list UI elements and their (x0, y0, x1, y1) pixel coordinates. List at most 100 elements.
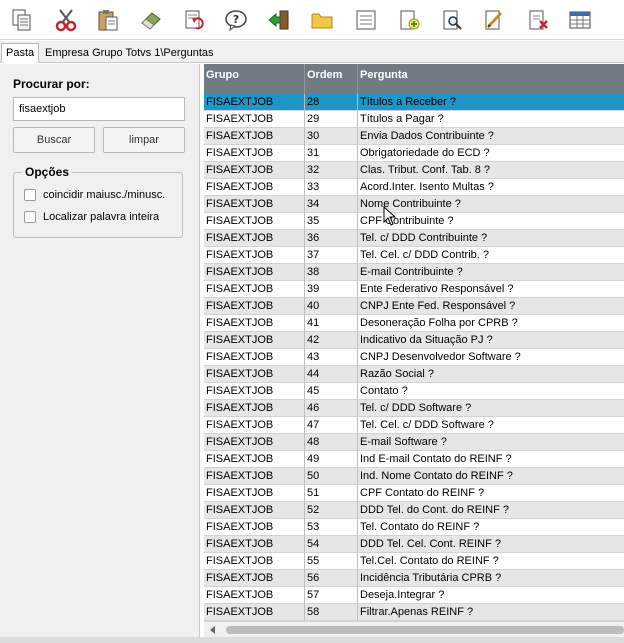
table-row[interactable]: FISAEXTJOB 56 Incidência Tributária CPRB ? (204, 570, 624, 587)
table-row[interactable]: FISAEXTJOB 39 Ente Federativo Responsável … (204, 281, 624, 298)
table-row[interactable]: FISAEXTJOB 45 Contato ? (204, 383, 624, 400)
cell-pergunta: Razão Social ? (358, 366, 624, 383)
table-row[interactable]: FISAEXTJOB 50 Ind. Nome Contato do REINF ? (204, 468, 624, 485)
cell-ordem: 38 (305, 264, 358, 281)
table-row[interactable]: FISAEXTJOB 32 Clas. Tribut. Conf. Tab. 8 ? (204, 162, 624, 179)
limpar-button[interactable]: limpar (103, 127, 185, 153)
undo-icon[interactable] (181, 6, 207, 34)
scrollbar-thumb[interactable] (226, 626, 624, 634)
cell-grupo: FISAEXTJOB (204, 315, 305, 332)
horizontal-scrollbar[interactable] (204, 621, 624, 637)
whole-word-label: Localizar palavra inteira (43, 211, 160, 223)
cell-grupo: FISAEXTJOB (204, 553, 305, 570)
cell-pergunta: Nome Contribuinte ? (358, 196, 624, 213)
cell-ordem: 52 (305, 502, 358, 519)
cell-ordem: 58 (305, 604, 358, 621)
table-row[interactable]: FISAEXTJOB 30 Envia Dados Contribuinte ? (204, 128, 624, 145)
table-row[interactable]: FISAEXTJOB 38 E-mail Contribuinte ? (204, 264, 624, 281)
paste-icon[interactable] (95, 6, 121, 34)
tab-perguntas-path[interactable]: Empresa Grupo Totvs 1\Perguntas (40, 43, 219, 63)
svg-text:?: ? (233, 13, 239, 26)
cell-grupo: FISAEXTJOB (204, 451, 305, 468)
cell-ordem: 47 (305, 417, 358, 434)
scroll-left-arrow-icon[interactable] (208, 625, 218, 635)
cell-ordem: 41 (305, 315, 358, 332)
cut-icon[interactable] (53, 6, 79, 34)
column-header-ordem[interactable]: Ordem (305, 64, 358, 94)
cell-grupo: FISAEXTJOB (204, 281, 305, 298)
cell-grupo: FISAEXTJOB (204, 162, 305, 179)
status-strip (0, 637, 624, 643)
view-icon[interactable] (439, 6, 465, 34)
cell-grupo: FISAEXTJOB (204, 519, 305, 536)
table-row[interactable]: FISAEXTJOB 58 Filtrar.Apenas REINF ? (204, 604, 624, 621)
cell-ordem: 31 (305, 145, 358, 162)
eraser-icon[interactable] (138, 6, 164, 34)
cell-pergunta: Incidência Tributária CPRB ? (358, 570, 624, 587)
cell-ordem: 28 (305, 94, 358, 111)
cell-grupo: FISAEXTJOB (204, 604, 305, 621)
search-input[interactable] (13, 97, 185, 121)
table-row[interactable]: FISAEXTJOB 28 Títulos a Receber ? (204, 94, 624, 111)
table-row[interactable]: FISAEXTJOB 33 Acord.Inter. Isento Multas ? (204, 179, 624, 196)
whole-word-checkbox[interactable] (24, 211, 36, 223)
cell-pergunta: Tel. c/ DDD Software ? (358, 400, 624, 417)
new-icon[interactable] (396, 6, 422, 34)
column-header-pergunta[interactable]: Pergunta (358, 64, 624, 94)
tab-pasta[interactable]: Pasta (1, 43, 40, 63)
cell-grupo: FISAEXTJOB (204, 179, 305, 196)
table-row[interactable]: FISAEXTJOB 35 CPF Contribuinte ? (204, 213, 624, 230)
table-row[interactable]: FISAEXTJOB 47 Tel. Cel. c/ DDD Software ? (204, 417, 624, 434)
table-row[interactable]: FISAEXTJOB 29 Títulos a Pagar ? (204, 111, 624, 128)
table-row[interactable]: FISAEXTJOB 51 CPF Contato do REINF ? (204, 485, 624, 502)
cell-pergunta: Tel. Contato do REINF ? (358, 519, 624, 536)
cell-grupo: FISAEXTJOB (204, 485, 305, 502)
copy-icon[interactable] (9, 6, 35, 34)
cell-ordem: 36 (305, 230, 358, 247)
cell-ordem: 57 (305, 587, 358, 604)
option-match-case[interactable]: coincidir maiusc./minusc. (24, 189, 165, 201)
cell-grupo: FISAEXTJOB (204, 434, 305, 451)
edit-icon[interactable] (481, 6, 507, 34)
delete-icon[interactable] (525, 6, 551, 34)
cell-ordem: 30 (305, 128, 358, 145)
table-row[interactable]: FISAEXTJOB 34 Nome Contribuinte ? (204, 196, 624, 213)
cell-ordem: 54 (305, 536, 358, 553)
cell-grupo: FISAEXTJOB (204, 400, 305, 417)
grid-icon[interactable] (567, 6, 593, 34)
match-case-checkbox[interactable] (24, 189, 36, 201)
table-row[interactable]: FISAEXTJOB 42 Indicativo da Situação PJ ? (204, 332, 624, 349)
table-row[interactable]: FISAEXTJOB 37 Tel. Cel. c/ DDD Contrib. ? (204, 247, 624, 264)
folder-icon[interactable] (309, 6, 335, 34)
cell-pergunta: Tel. Cel. c/ DDD Contrib. ? (358, 247, 624, 264)
table-row[interactable]: FISAEXTJOB 57 Deseja.Integrar ? (204, 587, 624, 604)
search-panel: Procurar por: Buscar limpar Opções coinc… (0, 64, 200, 643)
column-header-grupo[interactable]: Grupo (204, 64, 305, 94)
table-row[interactable]: FISAEXTJOB 52 DDD Tel. do Cont. do REINF ? (204, 502, 624, 519)
table-row[interactable]: FISAEXTJOB 53 Tel. Contato do REINF ? (204, 519, 624, 536)
exit-icon[interactable] (266, 6, 292, 34)
help-icon[interactable]: ? (223, 6, 249, 34)
table-row[interactable]: FISAEXTJOB 48 E-mail Software ? (204, 434, 624, 451)
cell-pergunta: Indicativo da Situação PJ ? (358, 332, 624, 349)
table-row[interactable]: FISAEXTJOB 54 DDD Tel. Cel. Cont. REINF ? (204, 536, 624, 553)
cell-pergunta: DDD Tel. Cel. Cont. REINF ? (358, 536, 624, 553)
table-row[interactable]: FISAEXTJOB 44 Razão Social ? (204, 366, 624, 383)
cell-ordem: 46 (305, 400, 358, 417)
table-row[interactable]: FISAEXTJOB 31 Obrigatoriedade do ECD ? (204, 145, 624, 162)
table-row[interactable]: FISAEXTJOB 46 Tel. c/ DDD Software ? (204, 400, 624, 417)
cell-pergunta: Tel. c/ DDD Contribuinte ? (358, 230, 624, 247)
table-row[interactable]: FISAEXTJOB 49 Ind E-mail Contato do REINF … (204, 451, 624, 468)
results-grid: Grupo Ordem Pergunta FISAEXTJOB 28 Títulos… (204, 64, 624, 621)
cell-pergunta: Obrigatoriedade do ECD ? (358, 145, 624, 162)
table-row[interactable]: FISAEXTJOB 36 Tel. c/ DDD Contribuinte ? (204, 230, 624, 247)
table-row[interactable]: FISAEXTJOB 43 CNPJ Desenvolvedor Software … (204, 349, 624, 366)
list-icon[interactable] (353, 6, 379, 34)
option-whole-word[interactable]: Localizar palavra inteira (24, 211, 159, 223)
table-row[interactable]: FISAEXTJOB 55 Tel.Cel. Contato do REINF ? (204, 553, 624, 570)
table-row[interactable]: FISAEXTJOB 41 Desoneração Folha por CPRB ? (204, 315, 624, 332)
cell-grupo: FISAEXTJOB (204, 247, 305, 264)
buscar-button[interactable]: Buscar (13, 127, 95, 153)
table-row[interactable]: FISAEXTJOB 40 CNPJ Ente Fed. Responsável ? (204, 298, 624, 315)
cell-pergunta: DDD Tel. do Cont. do REINF ? (358, 502, 624, 519)
